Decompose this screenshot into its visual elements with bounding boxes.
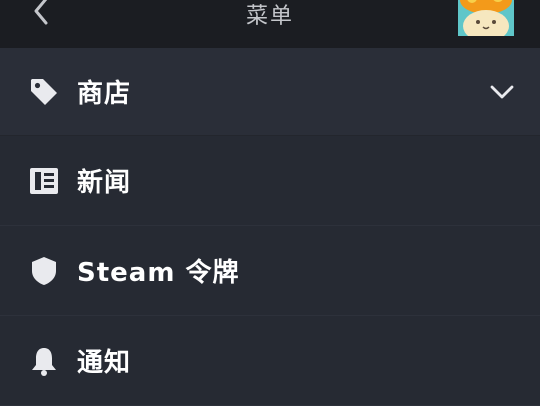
menu-item-label: Steam 令牌 bbox=[77, 258, 240, 288]
avatar-image bbox=[458, 0, 514, 36]
chevron-down-icon[interactable] bbox=[488, 78, 516, 106]
menu-item-store[interactable]: 商店 bbox=[0, 48, 540, 136]
bell-icon bbox=[28, 345, 60, 377]
newspaper-icon bbox=[28, 165, 60, 197]
tag-icon bbox=[28, 76, 60, 108]
menu-item-steam-guard[interactable]: Steam 令牌 bbox=[0, 226, 540, 316]
menu-item-label: 商店 bbox=[77, 79, 132, 109]
menu-item-news[interactable]: 新闻 bbox=[0, 136, 540, 226]
top-bar: 菜单 bbox=[0, 0, 540, 48]
main-menu: 商店 新闻 Steam 令牌 通知 bbox=[0, 48, 540, 406]
menu-item-notifications[interactable]: 通知 bbox=[0, 316, 540, 406]
menu-item-label: 通知 bbox=[77, 348, 132, 378]
shield-icon bbox=[28, 255, 60, 287]
menu-item-label: 新闻 bbox=[77, 168, 132, 198]
user-avatar[interactable] bbox=[458, 0, 514, 36]
